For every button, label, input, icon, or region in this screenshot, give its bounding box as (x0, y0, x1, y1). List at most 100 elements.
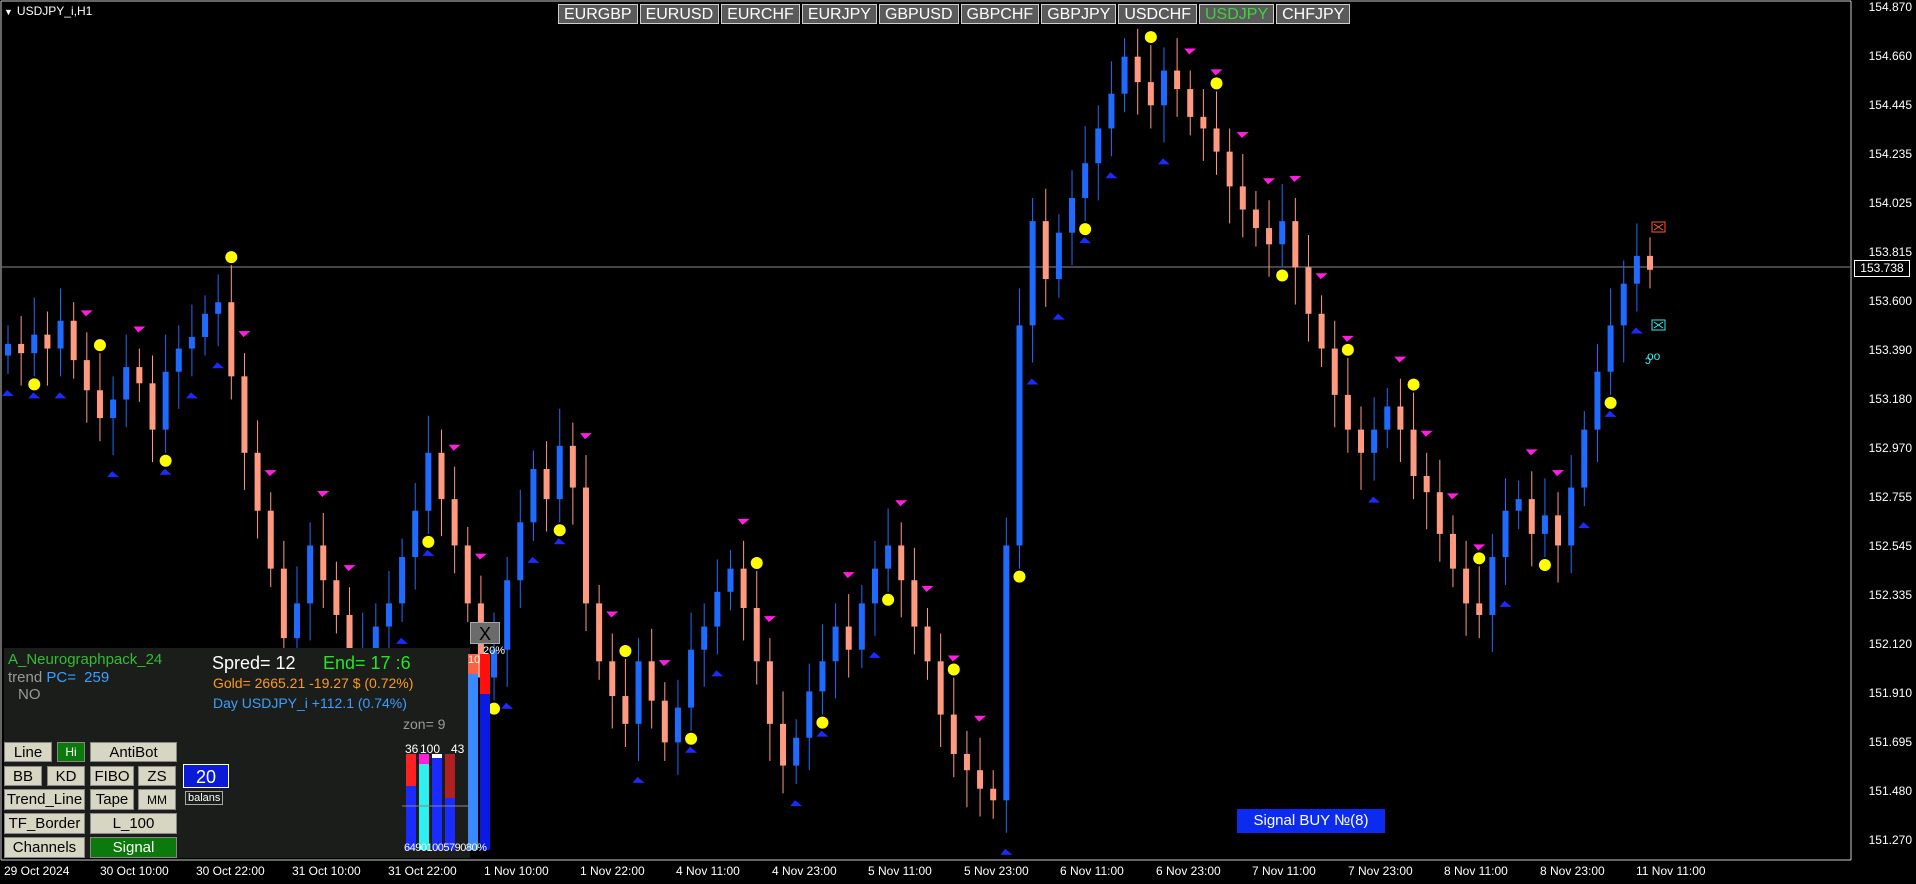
bar-top-label-1: 36 (405, 742, 419, 756)
hi-button[interactable]: Hi (57, 742, 85, 762)
fibo-button[interactable]: FIBO (90, 766, 134, 786)
tape-button[interactable]: Tape (90, 789, 134, 810)
bull-candle (1581, 429, 1588, 488)
signal-dot (1013, 570, 1026, 583)
pair-button-gbpusd[interactable]: GBPUSD (878, 4, 959, 24)
bull-candle (1069, 197, 1076, 233)
bar-bottom-label-6: 80% (465, 842, 487, 854)
bull-candle (1633, 255, 1640, 284)
bull-candle (31, 334, 38, 354)
bull-candle (372, 626, 379, 650)
time-axis-label: 8 Nov 11:00 (1444, 864, 1508, 878)
pair-button-usdchf[interactable]: USDCHF (1118, 4, 1197, 24)
bar-bottom-label-5: 90 (454, 842, 467, 854)
pair-button-usdjpy[interactable]: USDJPY (1199, 4, 1275, 24)
pair-button-eurchf[interactable]: EURCHF (721, 4, 800, 24)
signal-dot (1079, 223, 1092, 236)
bar-big-top-right: 20% (483, 645, 506, 657)
signal-dot (1538, 559, 1551, 572)
end-text: End= 17 :6 (323, 653, 411, 673)
zs-button[interactable]: ZS (138, 766, 176, 786)
signal-dot (816, 716, 829, 729)
bull-candle (1121, 56, 1128, 94)
bear-candle (464, 545, 471, 604)
price-axis-label: 152.970 (1868, 441, 1912, 455)
bear-candle (333, 580, 340, 615)
bear-candle (1449, 533, 1456, 569)
pair-button-eurusd[interactable]: EURUSD (639, 4, 720, 24)
bear-candle (1266, 228, 1273, 245)
bull-candle (1568, 487, 1575, 546)
bear-candle (1397, 406, 1404, 430)
pair-button-eurjpy[interactable]: EURJPY (801, 4, 877, 24)
tf-border-button[interactable]: TF_Border (4, 813, 85, 834)
bull-candle (175, 348, 182, 372)
bear-candle (1187, 89, 1194, 117)
pair-button-eurgbp[interactable]: EURGBP (558, 4, 638, 24)
bear-candle (70, 320, 77, 361)
signal-dot (882, 593, 895, 606)
signal-dot (1604, 396, 1617, 409)
time-axis-label: 4 Nov 11:00 (676, 864, 740, 878)
bar-bottom-label-3: 100 (426, 842, 444, 854)
time-axis-label: 30 Oct 10:00 (100, 864, 169, 878)
bear-candle (1358, 429, 1365, 453)
bear-candle (648, 661, 655, 701)
bull-candle (688, 649, 695, 708)
bear-candle (1344, 394, 1351, 430)
bull-candle (425, 452, 432, 511)
time-axis-label: 30 Oct 22:00 (196, 864, 265, 878)
bear-candle (149, 383, 156, 430)
signal-dot (553, 524, 566, 537)
price-axis-label: 152.755 (1868, 490, 1912, 504)
day-text: Day USDJPY_i +112.1 (0.74%) (213, 695, 407, 711)
kd-button[interactable]: KD (47, 766, 85, 786)
balans-value[interactable]: 20 (183, 764, 229, 788)
antibot-button[interactable]: AntiBot (90, 742, 177, 762)
pair-button-chfjpy[interactable]: CHFJPY (1276, 4, 1351, 24)
bar-bottom-label-1: 64 (404, 842, 416, 854)
bull-candle (1489, 557, 1496, 615)
bear-candle (44, 334, 51, 349)
bull-candle (793, 737, 800, 766)
bear-candle (596, 603, 603, 662)
mm-button[interactable]: MM (138, 789, 176, 810)
signal-dot (947, 663, 960, 676)
bear-candle (1647, 255, 1653, 270)
bar-top-label-2: 100 (420, 742, 441, 756)
bull-candle (188, 336, 195, 349)
l100-button[interactable]: L_100 (90, 813, 177, 834)
bear-candle (1528, 499, 1535, 534)
pair-button-gbpchf[interactable]: GBPCHF (960, 4, 1040, 24)
line-button[interactable]: Line (4, 742, 52, 762)
bull-candle (1095, 128, 1102, 164)
bb-button[interactable]: BB (4, 766, 42, 786)
pair-button-gbpjpy[interactable]: GBPJPY (1041, 4, 1117, 24)
bull-candle (1620, 283, 1627, 326)
symbol-title: ▼ USDJPY_i,H1 (4, 4, 92, 18)
signal-button[interactable]: Signal (90, 837, 177, 858)
dropdown-triangle-icon[interactable]: ▼ (4, 7, 13, 17)
bear-candle (267, 510, 274, 569)
bull-candle (530, 469, 537, 523)
bear-candle (622, 696, 629, 724)
symbol-title-text: USDJPY_i,H1 (16, 4, 93, 18)
bear-candle (18, 343, 25, 354)
time-axis-label: 31 Oct 22:00 (388, 864, 457, 878)
bear-candle (845, 626, 852, 650)
trend-line-button[interactable]: Trend_Line (4, 789, 85, 810)
bear-candle (977, 770, 984, 789)
panel-close-button[interactable]: X (470, 622, 500, 644)
price-axis-label: 153.390 (1868, 343, 1912, 357)
time-axis-label: 7 Nov 23:00 (1348, 864, 1413, 878)
gold-text: Gold= 2665.21 -19.27 $ (0.72%) (213, 675, 414, 691)
pc-value: 259 (84, 669, 110, 686)
bull-candle (858, 603, 865, 650)
bull-candle (307, 545, 314, 604)
channels-button[interactable]: Channels (4, 837, 85, 858)
bull-candle (1371, 429, 1378, 453)
bear-candle (766, 661, 773, 724)
bear-candle (96, 390, 103, 419)
price-axis-label: 154.660 (1868, 49, 1912, 63)
signal-dot (159, 454, 172, 467)
